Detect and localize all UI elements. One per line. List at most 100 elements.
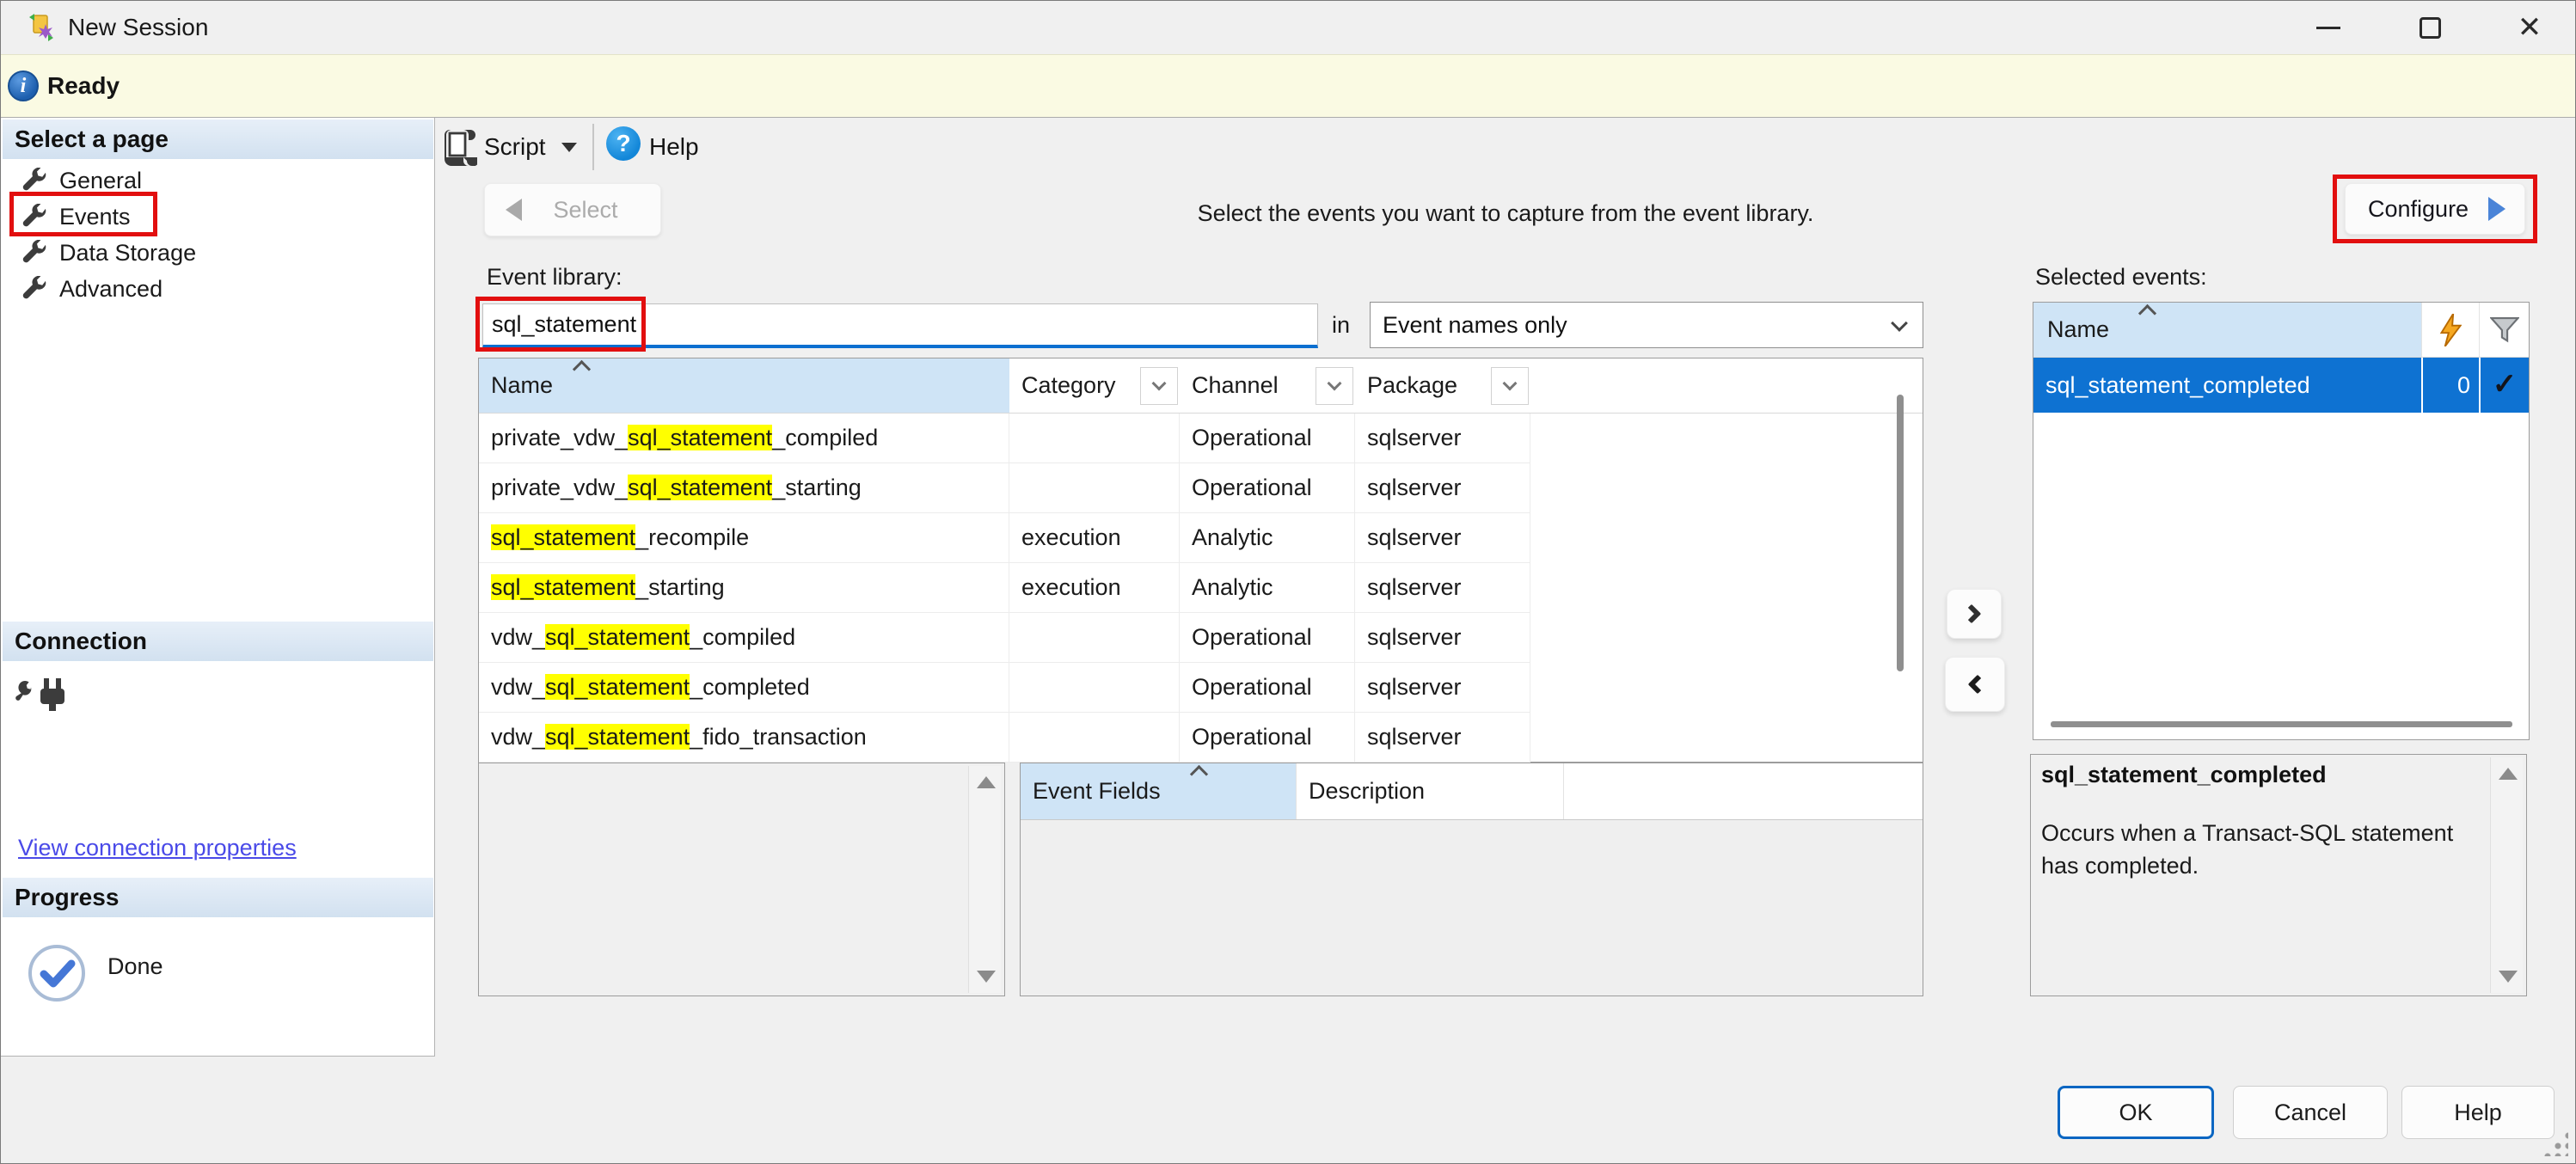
sort-ascending-icon: [1193, 768, 1206, 775]
cell-channel: Operational: [1180, 463, 1355, 513]
cell-category: [1009, 713, 1180, 763]
chevron-down-icon: [1503, 377, 1518, 391]
sidebar-item-label: Advanced: [59, 276, 163, 303]
listbox-scrollbar[interactable]: [968, 766, 1001, 993]
window-title: New Session: [68, 1, 208, 54]
chevron-down-icon: [1152, 377, 1167, 391]
sort-ascending-icon: [575, 363, 589, 371]
search-scope-dropdown[interactable]: Event names only: [1370, 302, 1923, 348]
selected-events-header: Name: [2033, 303, 2529, 358]
description-scrollbar[interactable]: [2490, 757, 2523, 993]
event-fields-header: Event Fields Description: [1021, 763, 1923, 820]
cell-package: sqlserver: [1355, 513, 1530, 563]
cancel-button[interactable]: Cancel: [2233, 1086, 2388, 1139]
ok-button[interactable]: OK: [2058, 1086, 2214, 1139]
event-table-scrollbar[interactable]: [1897, 395, 1904, 671]
table-row[interactable]: vdw_sql_statement_fido_transactionOperat…: [479, 713, 1923, 763]
close-button[interactable]: ✕: [2502, 1, 2557, 54]
event-description-text: Occurs when a Transact-SQL statement has…: [2041, 817, 2471, 882]
cell-name: private_vdw_sql_statement_starting: [479, 463, 1009, 513]
event-count-column-header[interactable]: [2421, 303, 2479, 357]
event-library-table: Name Category Channel Package private_vd…: [478, 358, 1923, 763]
cell-category: execution: [1009, 563, 1180, 613]
selected-events-hscrollbar[interactable]: [2051, 721, 2512, 727]
cell-category: execution: [1009, 513, 1180, 563]
package-filter-button[interactable]: [1491, 367, 1529, 405]
wrench-icon: [21, 240, 47, 266]
search-match-highlight: sql_statement: [545, 624, 690, 650]
column-header-category[interactable]: Category: [1009, 358, 1180, 413]
sidebar-item-advanced[interactable]: Advanced: [1, 271, 435, 307]
table-row[interactable]: private_vdw_sql_statement_compiledOperat…: [479, 414, 1923, 463]
filter-funnel-icon: [2490, 316, 2519, 344]
column-header-event-fields[interactable]: Event Fields: [1021, 763, 1296, 819]
cell-channel: Operational: [1180, 414, 1355, 463]
done-check-icon: [27, 943, 87, 1003]
selected-column-header-name[interactable]: Name: [2033, 303, 2421, 357]
checkmark-icon: ✓: [2479, 358, 2529, 413]
title-bar: New Session ✕: [1, 1, 2576, 54]
event-library-label: Event library:: [487, 264, 623, 291]
table-row[interactable]: vdw_sql_statement_completedOperationalsq…: [479, 663, 1923, 713]
progress-status: Done: [107, 953, 163, 980]
scroll-up-icon: [2499, 768, 2518, 780]
event-table-header: Name Category Channel Package: [479, 358, 1923, 414]
table-row[interactable]: sql_statement_recompileexecutionAnalytic…: [479, 513, 1923, 563]
column-header-filler: [1564, 763, 1923, 819]
column-header-channel[interactable]: Channel: [1180, 358, 1355, 413]
cell-name: vdw_sql_statement_completed: [479, 663, 1009, 713]
maximize-button[interactable]: [2402, 1, 2457, 54]
search-scope-value: Event names only: [1383, 312, 1567, 339]
cell-package: sqlserver: [1355, 414, 1530, 463]
table-row[interactable]: vdw_sql_statement_compiledOperationalsql…: [479, 613, 1923, 663]
sidebar: Select a page General Events Data Storag…: [1, 118, 435, 1057]
help-button[interactable]: Help: [2401, 1086, 2555, 1139]
column-header-description[interactable]: Description: [1296, 763, 1564, 819]
channel-filter-button[interactable]: [1316, 367, 1353, 405]
cell-category: [1009, 663, 1180, 713]
cell-package: sqlserver: [1355, 663, 1530, 713]
chevron-right-icon: [1962, 604, 1982, 624]
event-table-body: private_vdw_sql_statement_compiledOperat…: [479, 414, 1923, 763]
remove-event-button[interactable]: [1945, 657, 2005, 712]
category-filter-button[interactable]: [1140, 367, 1178, 405]
lightning-icon: [2439, 314, 2462, 346]
script-dropdown-caret[interactable]: [561, 143, 577, 152]
sidebar-item-data-storage[interactable]: Data Storage: [1, 235, 435, 271]
selected-event-count: 0: [2421, 358, 2479, 413]
info-icon: i: [8, 70, 39, 101]
search-match-highlight: sql_statement: [628, 475, 772, 500]
script-button[interactable]: Script: [484, 121, 546, 173]
selected-event-name: sql_statement_completed: [2033, 358, 2421, 413]
filter-column-header[interactable]: [2479, 303, 2529, 357]
table-row[interactable]: private_vdw_sql_statement_starting Operat…: [479, 463, 1923, 513]
table-row[interactable]: sql_statement_startingexecutionAnalytics…: [479, 563, 1923, 613]
search-match-highlight: sql_statement: [491, 524, 635, 550]
progress-header: Progress: [3, 878, 433, 917]
chevron-left-icon: [1968, 675, 1988, 695]
column-header-name[interactable]: Name: [479, 358, 1009, 413]
connection-header: Connection: [3, 622, 433, 661]
select-a-page-header: Select a page: [3, 119, 433, 159]
column-header-filler: [1530, 358, 1923, 413]
view-connection-properties-link[interactable]: View connection properties: [18, 835, 297, 861]
chevron-down-icon: [1891, 315, 1908, 332]
app-icon: [27, 12, 56, 43]
scroll-down-icon: [977, 971, 996, 983]
status-text: Ready: [47, 72, 120, 100]
help-toolbar-button[interactable]: Help: [649, 121, 699, 173]
back-arrow-icon: [506, 199, 522, 221]
cell-name: sql_statement_starting: [479, 563, 1009, 613]
scroll-down-icon: [2499, 971, 2518, 983]
selected-event-row[interactable]: sql_statement_completed0✓: [2033, 358, 2529, 413]
minimize-button[interactable]: [2301, 1, 2356, 54]
add-event-button[interactable]: [1947, 589, 2002, 639]
cell-category: [1009, 463, 1180, 513]
instruction-text: Select the events you want to capture fr…: [1033, 200, 1978, 227]
help-icon: ?: [606, 126, 641, 161]
scroll-up-icon: [977, 776, 996, 788]
sort-ascending-icon: [2141, 307, 2155, 315]
select-nav-button[interactable]: Select: [484, 183, 661, 236]
column-header-package[interactable]: Package: [1355, 358, 1530, 413]
minimize-icon: [2316, 27, 2340, 29]
